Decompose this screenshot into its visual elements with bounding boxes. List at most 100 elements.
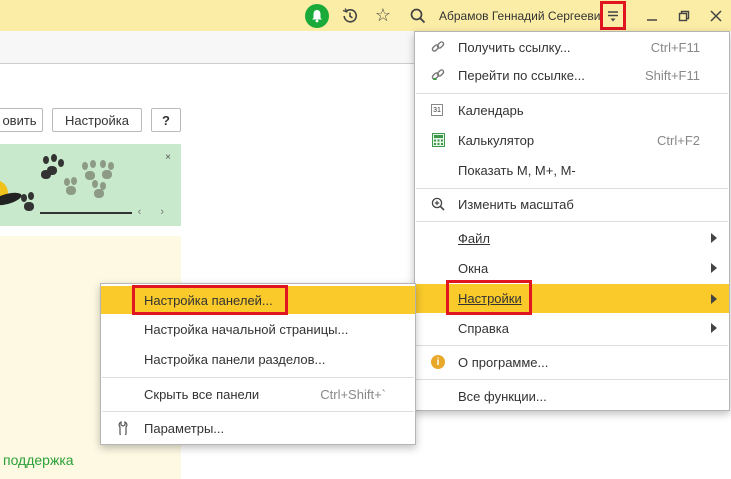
menu-separator: [416, 188, 728, 189]
calendar-icon-text: 31: [433, 106, 441, 114]
banner-ground-line: [40, 212, 132, 214]
menu-separator: [416, 379, 728, 380]
paw-pad: [85, 171, 95, 180]
menu-separator: [102, 411, 414, 412]
support-link[interactable]: поддержка: [3, 452, 74, 468]
menu-item-about[interactable]: i О программе...: [415, 348, 729, 376]
paw-pad: [102, 170, 112, 179]
paw-toe: [100, 160, 106, 168]
menu-item-label: Получить ссылку...: [458, 39, 571, 55]
info-icon: i: [431, 355, 445, 369]
menu-item-all-functions[interactable]: Все функции...: [415, 382, 729, 410]
menu-item-label: Настройка панели разделов...: [144, 351, 326, 367]
help-button[interactable]: ?: [151, 108, 181, 132]
menu-separator: [416, 221, 728, 222]
menu-item-shortcut: Shift+F11: [644, 67, 700, 83]
star-icon: ☆: [374, 5, 392, 25]
link-icon: [431, 40, 445, 54]
menu-item-help[interactable]: Справка: [415, 314, 729, 342]
paw-toe: [92, 180, 98, 188]
search-icon: [410, 8, 426, 23]
submenu-item-hide-all-panels[interactable]: Скрыть все панели Ctrl+Shift+`: [101, 380, 415, 408]
menu-item-label: Файл: [458, 230, 490, 246]
submenu-item-home-page-settings[interactable]: Настройка начальной страницы...: [101, 315, 415, 343]
menu-item-shortcut: Ctrl+F2: [657, 132, 700, 148]
paw-pad: [47, 166, 57, 175]
menu-item-shortcut: Ctrl+F11: [650, 39, 700, 55]
banner-close-button[interactable]: ×: [165, 152, 171, 163]
main-menu: Получить ссылку... Ctrl+F11 Перейти по с…: [414, 31, 730, 411]
menu-item-get-link[interactable]: Получить ссылку... Ctrl+F11: [415, 33, 729, 61]
menu-item-label: Скрыть все панели: [144, 386, 260, 402]
paw-toe: [43, 156, 49, 164]
menu-separator: [416, 345, 728, 346]
favorites-button[interactable]: ☆: [373, 0, 393, 31]
submenu-arrow-icon: [711, 293, 717, 304]
section-toolbar: [0, 31, 415, 64]
minimize-icon: [647, 18, 657, 21]
submenu-item-sections-panel-settings[interactable]: Настройка панели разделов...: [101, 345, 415, 373]
info-icon-text: i: [436, 356, 440, 368]
banner-nav-arrows[interactable]: ‹ ›: [138, 206, 172, 218]
settings-button[interactable]: Настройка: [52, 108, 142, 132]
history-button[interactable]: [340, 0, 360, 31]
menu-separator: [102, 377, 414, 378]
settings-submenu: Настройка панелей... Настройка начальной…: [100, 283, 416, 445]
restore-button[interactable]: [674, 0, 694, 31]
menu-icon: [608, 10, 618, 21]
notifications-button[interactable]: [305, 0, 329, 31]
wrench-icon: [117, 421, 131, 435]
user-name[interactable]: Абрамов Геннадий Сергеевич: [439, 0, 607, 31]
menu-item-label: Календарь: [458, 102, 524, 118]
submenu-arrow-icon: [711, 263, 717, 273]
menu-item-label: Показать M, M+, M-: [458, 162, 576, 178]
minimize-button[interactable]: [642, 0, 662, 31]
menu-item-label: Изменить масштаб: [458, 196, 574, 212]
menu-item-windows[interactable]: Окна: [415, 254, 729, 282]
menu-item-zoom[interactable]: Изменить масштаб: [415, 190, 729, 218]
paw-toe: [82, 162, 88, 170]
menu-item-label: Все функции...: [458, 388, 547, 404]
goto-link-icon: [431, 68, 445, 82]
bell-icon: [305, 3, 329, 28]
calendar-icon: 31: [431, 104, 443, 116]
title-bar: ☆ Абрамов Геннадий Сергеевич: [0, 0, 731, 31]
zoom-icon: [431, 197, 445, 211]
search-button[interactable]: [408, 0, 428, 31]
menu-separator: [416, 93, 728, 94]
submenu-item-parameters[interactable]: Параметры...: [101, 414, 415, 442]
main-menu-button[interactable]: [600, 1, 626, 30]
menu-item-calculator[interactable]: Калькулятор Ctrl+F2: [415, 126, 729, 154]
paw-pad: [24, 202, 34, 211]
submenu-arrow-icon: [711, 323, 717, 333]
restore-icon: [678, 10, 690, 21]
paw-toe: [71, 177, 77, 185]
paw-toe: [28, 192, 34, 200]
submenu-arrow-icon: [711, 233, 717, 243]
menu-item-calendar[interactable]: 31 Календарь: [415, 96, 729, 124]
paw-toe: [51, 154, 57, 162]
promo-banner: × ‹ ›: [0, 144, 181, 226]
menu-item-goto-link[interactable]: Перейти по ссылке... Shift+F11: [415, 61, 729, 89]
menu-item-label: Справка: [458, 320, 509, 336]
paw-toe: [58, 159, 64, 167]
menu-item-show-memory[interactable]: Показать M, M+, M-: [415, 156, 729, 184]
settings-callout-box: [446, 280, 532, 315]
paw-toe: [90, 160, 96, 168]
close-button[interactable]: [706, 0, 726, 31]
history-icon: [342, 7, 357, 23]
calculator-icon: [431, 133, 445, 147]
paw-pad: [94, 189, 104, 198]
update-button[interactable]: овить: [0, 108, 43, 132]
menu-item-label: Окна: [458, 260, 489, 276]
menu-item-label: О программе...: [458, 354, 549, 370]
paw-toe: [21, 194, 27, 202]
panel-settings-callout-box: [132, 285, 288, 315]
menu-item-label: Перейти по ссылке...: [458, 67, 585, 83]
menu-item-label: Параметры...: [144, 420, 225, 436]
paw-toe: [64, 178, 70, 186]
menu-item-label: Калькулятор: [458, 132, 535, 148]
menu-item-shortcut: Ctrl+Shift+`: [320, 386, 386, 402]
menu-item-file[interactable]: Файл: [415, 224, 729, 252]
close-icon: [710, 9, 722, 22]
